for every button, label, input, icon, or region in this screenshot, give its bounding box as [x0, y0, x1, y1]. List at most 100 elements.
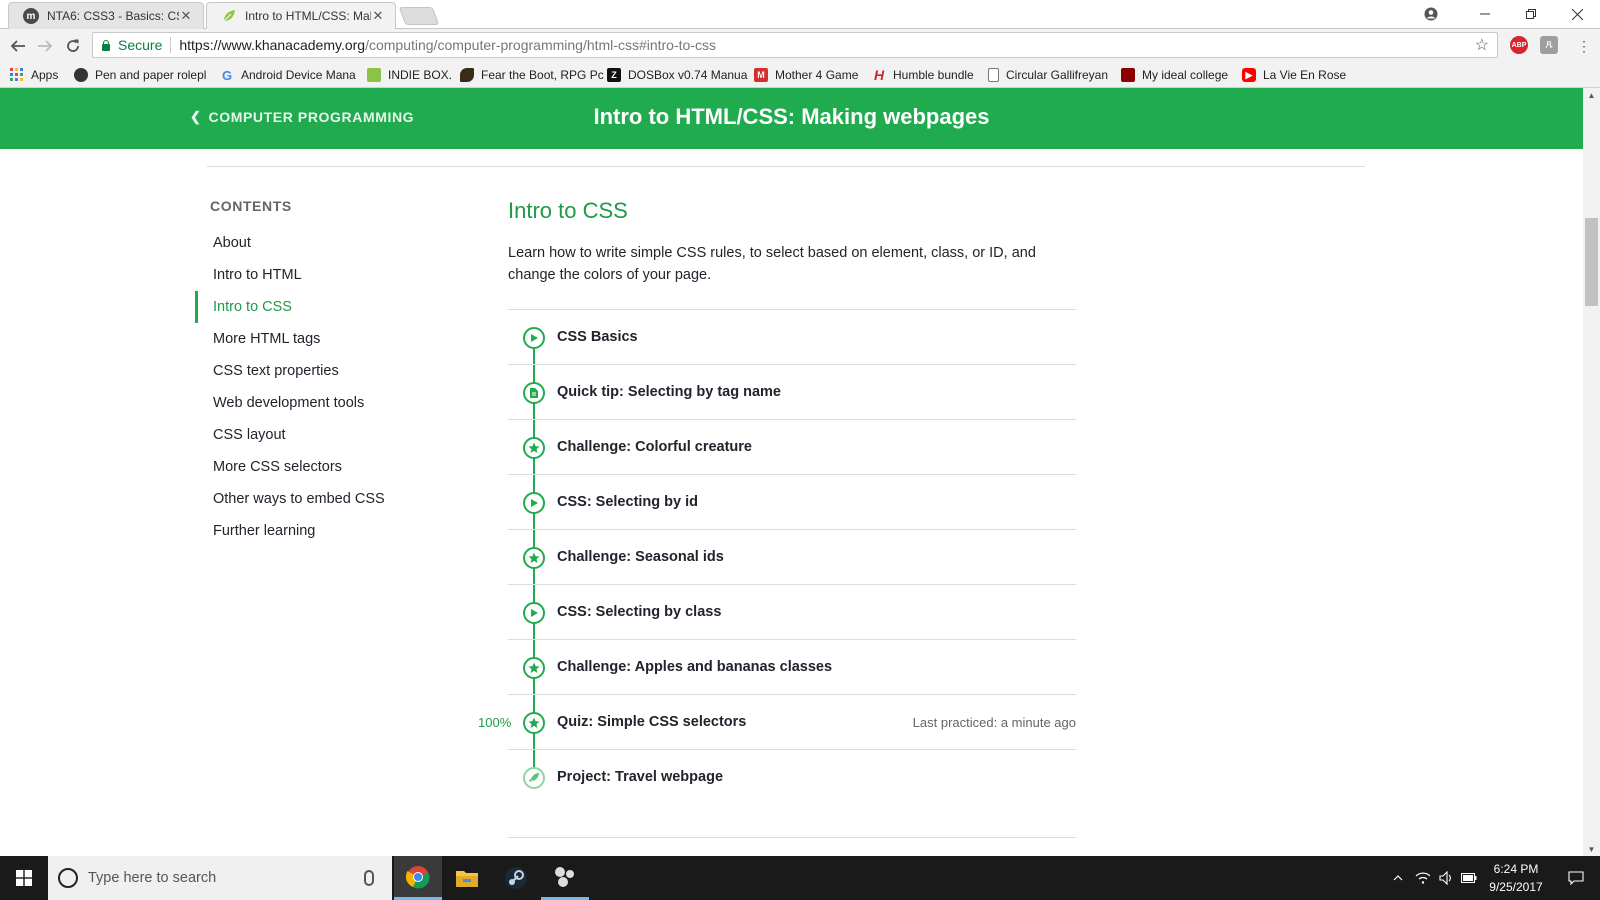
chrome-taskbar-icon[interactable]	[394, 856, 442, 900]
star-icon	[523, 547, 545, 569]
bookmark-item[interactable]: Z DOSBox v0.74 Manua	[607, 66, 747, 84]
wifi-icon[interactable]	[1412, 856, 1434, 900]
bookmark-label: Humble bundle	[893, 68, 974, 82]
toc-item-web-development-tools[interactable]: Web development tools	[195, 387, 455, 419]
back-arrow-icon[interactable]	[6, 34, 30, 58]
lesson-item[interactable]: 100% Quiz: Simple CSS selectors Last pra…	[478, 694, 1076, 749]
lesson-item[interactable]: Challenge: Apples and bananas classes	[508, 639, 1076, 694]
play-icon	[523, 602, 545, 624]
toc-item-intro-to-html[interactable]: Intro to HTML	[195, 259, 455, 291]
bookmark-item[interactable]: ▶ La Vie En Rose	[1242, 66, 1346, 84]
toc-item-further-learning[interactable]: Further learning	[195, 515, 455, 547]
windows-taskbar: Type here to search 6:24 PM 9/25/2017	[0, 856, 1600, 900]
bookmark-label: My ideal college	[1142, 68, 1229, 82]
file-explorer-taskbar-icon[interactable]	[443, 856, 491, 900]
humble-icon: H	[873, 67, 885, 83]
browser-toolbar: Secure https://www.khanacademy.org/compu…	[0, 29, 1600, 62]
scroll-down-arrow-icon[interactable]: ▼	[1583, 842, 1600, 856]
bookmark-label: Pen and paper rolepl	[95, 68, 207, 82]
toc-item-other-ways-to-embed-css[interactable]: Other ways to embed CSS	[195, 483, 455, 515]
rocket-icon	[523, 767, 545, 789]
clock-time: 6:24 PM	[1493, 862, 1539, 876]
bookmark-item[interactable]: Circular Gallifreyan	[988, 66, 1108, 84]
lesson-item[interactable]: Project: Travel webpage	[508, 749, 1076, 804]
bookmark-label: Fear the Boot, RPG Pc	[481, 68, 604, 82]
tab-title: Intro to HTML/CSS: Maki	[245, 9, 371, 23]
search-placeholder: Type here to search	[88, 870, 217, 886]
scroll-up-arrow-icon[interactable]: ▲	[1583, 88, 1600, 102]
battery-icon[interactable]	[1460, 856, 1478, 900]
clock-date: 9/25/2017	[1489, 880, 1543, 894]
course-header: ❮ COMPUTER PROGRAMMING Intro to HTML/CSS…	[0, 88, 1583, 149]
adblock-icon[interactable]: ABP	[1510, 36, 1528, 54]
taskbar-search-box[interactable]: Type here to search	[48, 856, 392, 900]
menu-kebab-icon[interactable]: ⋮	[1572, 34, 1596, 58]
divider	[207, 166, 1365, 167]
app-taskbar-icon[interactable]	[541, 856, 589, 900]
microphone-icon[interactable]	[364, 870, 374, 886]
toc-item-about[interactable]: About	[195, 227, 455, 259]
lesson-list: CSS Basics Quick tip: Selecting by tag n…	[478, 309, 1076, 804]
bookmark-item[interactable]: G Android Device Mana	[220, 66, 356, 84]
windows-start-button[interactable]	[0, 856, 48, 900]
lesson-name: CSS: Selecting by id	[557, 494, 698, 510]
bookmark-item[interactable]: Fear the Boot, RPG Pc	[460, 66, 604, 84]
profile-icon[interactable]	[1408, 0, 1454, 28]
tab-title: NTA6: CSS3 - Basics: CSS	[47, 9, 179, 23]
mother4-icon: M	[754, 68, 768, 82]
bookmark-item[interactable]: INDIE BOX.	[367, 66, 452, 84]
url-host: https://www.khanacademy.org	[179, 37, 366, 53]
browser-tab-active[interactable]: Intro to HTML/CSS: Maki ✕	[206, 2, 396, 29]
new-tab-button[interactable]	[398, 7, 440, 25]
lesson-name: Quiz: Simple CSS selectors	[557, 714, 747, 730]
bookmark-item[interactable]: Pen and paper rolepl	[74, 66, 206, 84]
lesson-item[interactable]: Quick tip: Selecting by tag name	[508, 364, 1076, 419]
scrollbar-thumb[interactable]	[1585, 218, 1598, 306]
toc-item-intro-to-css[interactable]: Intro to CSS	[195, 291, 455, 323]
bookmark-label: La Vie En Rose	[1263, 68, 1347, 82]
star-icon	[523, 657, 545, 679]
minimize-button[interactable]	[1462, 0, 1508, 28]
toc-item-more-html-tags[interactable]: More HTML tags	[195, 323, 455, 355]
page-scrollbar[interactable]: ▲ ▼	[1583, 88, 1600, 856]
show-hidden-icons-chevron-icon[interactable]	[1388, 856, 1408, 900]
bookmark-item[interactable]: H Humble bundle	[872, 66, 974, 84]
lesson-name: CSS: Selecting by class	[557, 604, 722, 620]
bookmark-item[interactable]: M Mother 4 Game	[754, 66, 858, 84]
bookmark-label: Circular Gallifreyan	[1006, 68, 1109, 82]
browser-tab[interactable]: m NTA6: CSS3 - Basics: CSS ✕	[8, 2, 204, 29]
address-bar[interactable]: Secure https://www.khanacademy.org/compu…	[92, 32, 1498, 58]
document-icon	[523, 382, 545, 404]
bookmark-item[interactable]: My ideal college	[1121, 66, 1228, 84]
restore-button[interactable]	[1508, 0, 1554, 28]
star-icon	[523, 712, 545, 734]
tab-close-icon[interactable]: ✕	[371, 8, 385, 24]
lesson-item[interactable]: Challenge: Seasonal ids	[508, 529, 1076, 584]
volume-icon[interactable]	[1436, 856, 1458, 900]
lesson-item[interactable]: CSS: Selecting by class	[508, 584, 1076, 639]
bookmark-star-icon[interactable]: ☆	[1475, 35, 1489, 55]
url-path: /computing/computer-programming/html-css…	[365, 37, 716, 53]
cortana-icon	[58, 868, 78, 888]
notification-center-icon[interactable]	[1558, 856, 1594, 900]
reload-icon[interactable]	[61, 34, 85, 58]
lesson-item[interactable]: CSS: Selecting by id	[508, 474, 1076, 529]
toc-item-css-text-properties[interactable]: CSS text properties	[195, 355, 455, 387]
play-icon	[523, 327, 545, 349]
youtube-icon: ▶	[1242, 68, 1256, 82]
forward-arrow-icon[interactable]	[33, 34, 57, 58]
lesson-item[interactable]: CSS Basics	[508, 309, 1076, 364]
bookmark-apps[interactable]: Apps	[10, 66, 58, 84]
lesson-item[interactable]: Challenge: Colorful creature	[508, 419, 1076, 474]
toc-item-css-layout[interactable]: CSS layout	[195, 419, 455, 451]
steam-taskbar-icon[interactable]	[492, 856, 540, 900]
lesson-name: Quick tip: Selecting by tag name	[557, 384, 781, 400]
lesson-name: Challenge: Seasonal ids	[557, 549, 724, 565]
bookmark-label: Apps	[31, 68, 59, 82]
bookmark-label: Mother 4 Game	[775, 68, 859, 82]
toc-item-more-css-selectors[interactable]: More CSS selectors	[195, 451, 455, 483]
system-clock[interactable]: 6:24 PM 9/25/2017	[1478, 860, 1554, 896]
close-window-button[interactable]	[1554, 0, 1600, 28]
extension-icon[interactable]: 凡	[1540, 36, 1558, 54]
tab-close-icon[interactable]: ✕	[179, 8, 193, 24]
